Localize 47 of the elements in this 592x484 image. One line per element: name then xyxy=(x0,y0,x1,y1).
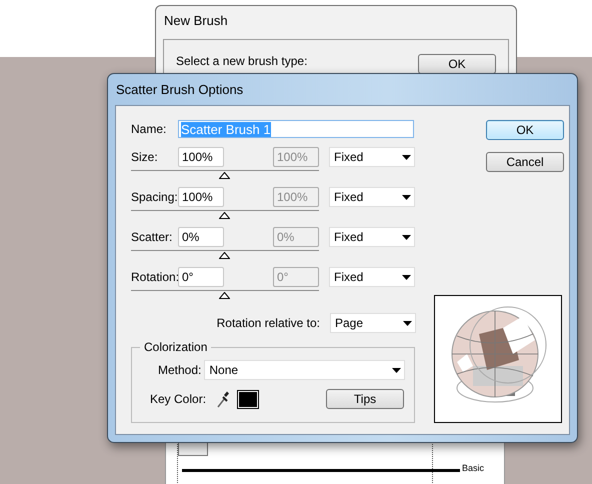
caret-icon xyxy=(403,320,412,326)
window-title: New Brush xyxy=(163,12,229,30)
ok-button[interactable]: OK xyxy=(486,120,564,140)
window-title: Scatter Brush Options xyxy=(115,81,244,99)
rotation-dropdown[interactable]: Page xyxy=(330,313,416,333)
value-field: 0% xyxy=(273,227,319,247)
cancel-button[interactable]: Cancel xyxy=(486,152,564,172)
caret-icon xyxy=(402,194,411,200)
group-title: Colorization xyxy=(140,340,212,354)
eyedropper-icon[interactable] xyxy=(216,390,230,408)
tips-button[interactable]: Tips xyxy=(326,389,404,409)
variation-dropdown[interactable]: Fixed xyxy=(329,227,415,247)
variation-dropdown[interactable]: Fixed xyxy=(329,267,415,287)
field-label: Scatter: xyxy=(131,230,174,244)
caret-icon xyxy=(402,234,411,240)
slider-track[interactable] xyxy=(131,250,319,260)
field-label: Key Color: xyxy=(150,392,206,406)
caret-icon xyxy=(392,368,402,372)
color-swatch[interactable] xyxy=(237,390,260,408)
value-field: 100% xyxy=(273,147,319,167)
variation-dropdown[interactable]: Fixed xyxy=(329,187,415,207)
value-field[interactable]: 0% xyxy=(178,227,224,247)
method-dropdown[interactable]: None xyxy=(204,360,406,380)
value-field[interactable]: 100% xyxy=(178,147,224,167)
value-field[interactable]: 0° xyxy=(178,267,224,287)
slider-thumb[interactable] xyxy=(219,212,230,219)
slider-track[interactable] xyxy=(131,210,319,220)
slider-thumb[interactable] xyxy=(219,172,230,179)
variation-dropdown[interactable]: Fixed xyxy=(329,147,415,167)
caret-icon xyxy=(402,274,411,280)
field-label: Name: xyxy=(131,122,168,136)
caret-icon xyxy=(402,154,411,160)
brush-label: Basic xyxy=(462,463,484,473)
value-field[interactable]: 100% xyxy=(178,187,224,207)
field-label: Size: xyxy=(131,150,159,164)
value-field: 0° xyxy=(273,267,319,287)
slider-thumb[interactable] xyxy=(219,292,230,299)
prompt-text: Select a new brush type: xyxy=(176,54,308,68)
field-label: Spacing: xyxy=(131,190,178,204)
slider-track[interactable] xyxy=(131,170,319,180)
field-label: Method: xyxy=(158,363,202,377)
field-label: Rotation relative to: xyxy=(216,316,320,330)
slider-thumb[interactable] xyxy=(219,252,230,259)
ok-button[interactable]: OK xyxy=(418,54,496,74)
field-label: Rotation: xyxy=(131,270,178,284)
slider-track[interactable] xyxy=(131,290,319,300)
value-field: 100% xyxy=(273,187,319,207)
